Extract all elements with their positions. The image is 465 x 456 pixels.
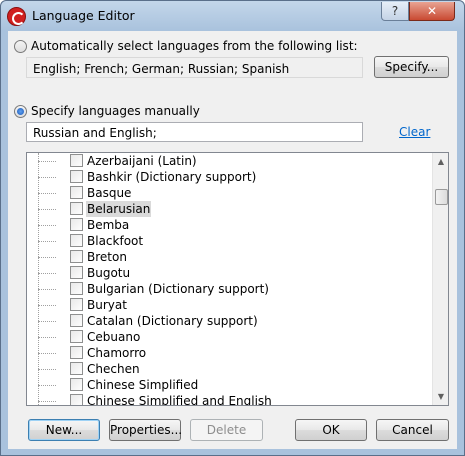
manual-radio[interactable] [14, 105, 27, 118]
app-logo-icon [7, 7, 26, 26]
language-label: Chechen [87, 362, 140, 376]
language-label: Basque [87, 186, 132, 200]
tree-connector [38, 337, 56, 338]
tree-connector [38, 161, 56, 162]
language-list-item[interactable]: Chinese Simplified and English [27, 393, 432, 405]
language-checkbox[interactable] [70, 186, 83, 199]
language-label: Belarusian [86, 201, 152, 217]
language-label: Bugotu [87, 266, 131, 280]
tree-connector [38, 257, 56, 258]
help-button[interactable]: ? [381, 2, 409, 21]
delete-button[interactable]: Delete [190, 419, 263, 441]
language-checkbox[interactable] [70, 250, 83, 263]
close-button[interactable]: ✕ [409, 2, 455, 21]
properties-button[interactable]: Properties... [109, 419, 182, 441]
title-bar[interactable]: Language Editor ? ✕ [1, 1, 464, 31]
manual-label[interactable]: Specify languages manually [31, 104, 200, 118]
auto-select-label[interactable]: Automatically select languages from the … [31, 39, 358, 53]
language-label: Chamorro [87, 346, 147, 360]
tree-connector [38, 241, 56, 242]
tree-connector [38, 193, 56, 194]
language-checkbox[interactable] [70, 346, 83, 359]
language-checkbox[interactable] [70, 362, 83, 375]
language-list-item[interactable]: Basque [27, 185, 432, 201]
language-label: Breton [87, 250, 127, 264]
language-list-item[interactable]: Bashkir (Dictionary support) [27, 169, 432, 185]
cancel-button[interactable]: Cancel [376, 419, 449, 441]
language-list-item[interactable]: Bulgarian (Dictionary support) [27, 281, 432, 297]
language-label: Chinese Simplified and English [87, 394, 272, 405]
dialog-body: Automatically select languages from the … [8, 31, 457, 449]
language-checkbox[interactable] [70, 218, 83, 231]
language-label: Chinese Simplified [87, 378, 199, 392]
language-label: Buryat [87, 298, 127, 312]
language-checkbox[interactable] [70, 154, 83, 167]
window-title: Language Editor [32, 8, 135, 23]
language-list-item[interactable]: Belarusian [27, 201, 432, 217]
language-list-item[interactable]: Chechen [27, 361, 432, 377]
tree-connector [38, 369, 56, 370]
tree-connector [38, 209, 56, 210]
tree-connector [38, 385, 56, 386]
language-list-item[interactable]: Bemba [27, 217, 432, 233]
scroll-down-arrow-icon[interactable]: ▼ [433, 388, 448, 405]
tree-connector [38, 289, 56, 290]
auto-languages-field: English; French; German; Russian; Spanis… [26, 57, 363, 78]
ok-button[interactable]: OK [295, 419, 367, 441]
tree-connector [38, 225, 56, 226]
language-checkbox[interactable] [70, 266, 83, 279]
auto-select-radio[interactable] [14, 40, 27, 53]
clear-link[interactable]: Clear [399, 125, 430, 139]
language-list-item[interactable]: Breton [27, 249, 432, 265]
language-checkbox[interactable] [70, 170, 83, 183]
language-checkbox[interactable] [70, 378, 83, 391]
scroll-thumb[interactable] [435, 189, 448, 205]
language-editor-window: Language Editor ? ✕ Automatically select… [0, 0, 465, 456]
vertical-scrollbar[interactable]: ▲ ▼ [432, 153, 448, 405]
specify-button[interactable]: Specify... [374, 56, 449, 78]
manual-languages-input[interactable]: Russian and English; [26, 122, 363, 142]
language-checkbox[interactable] [70, 202, 83, 215]
language-list-item[interactable]: Chinese Simplified [27, 377, 432, 393]
language-checkbox[interactable] [70, 314, 83, 327]
language-label: Cebuano [87, 330, 141, 344]
language-checkbox[interactable] [70, 298, 83, 311]
language-list-item[interactable]: Buryat [27, 297, 432, 313]
tree-connector [38, 321, 56, 322]
language-checkbox[interactable] [70, 282, 83, 295]
language-checkbox[interactable] [70, 234, 83, 247]
scroll-up-arrow-icon[interactable]: ▲ [433, 153, 448, 170]
language-checkbox[interactable] [70, 394, 83, 405]
language-list-item[interactable]: Azerbaijani (Latin) [27, 153, 432, 169]
tree-connector [38, 177, 56, 178]
language-list-item[interactable]: Catalan (Dictionary support) [27, 313, 432, 329]
language-list-item[interactable]: Blackfoot [27, 233, 432, 249]
tree-connector [38, 305, 56, 306]
language-label: Bashkir (Dictionary support) [87, 170, 257, 184]
new-button[interactable]: New... [28, 419, 100, 441]
tree-connector [38, 401, 56, 402]
language-list-item[interactable]: Cebuano [27, 329, 432, 345]
language-label: Azerbaijani (Latin) [87, 154, 197, 168]
tree-connector [38, 273, 56, 274]
language-label: Bulgarian (Dictionary support) [87, 282, 269, 296]
language-list-item[interactable]: Bugotu [27, 265, 432, 281]
language-label: Catalan (Dictionary support) [87, 314, 258, 328]
tree-connector [38, 353, 56, 354]
language-label: Bemba [87, 218, 130, 232]
language-label: Blackfoot [87, 234, 144, 248]
language-list-items: Azerbaijani (Latin) Bashkir (Dictionary s… [27, 153, 432, 405]
language-checkbox[interactable] [70, 330, 83, 343]
language-list-item[interactable]: Chamorro [27, 345, 432, 361]
language-list[interactable]: Azerbaijani (Latin) Bashkir (Dictionary s… [26, 152, 449, 406]
